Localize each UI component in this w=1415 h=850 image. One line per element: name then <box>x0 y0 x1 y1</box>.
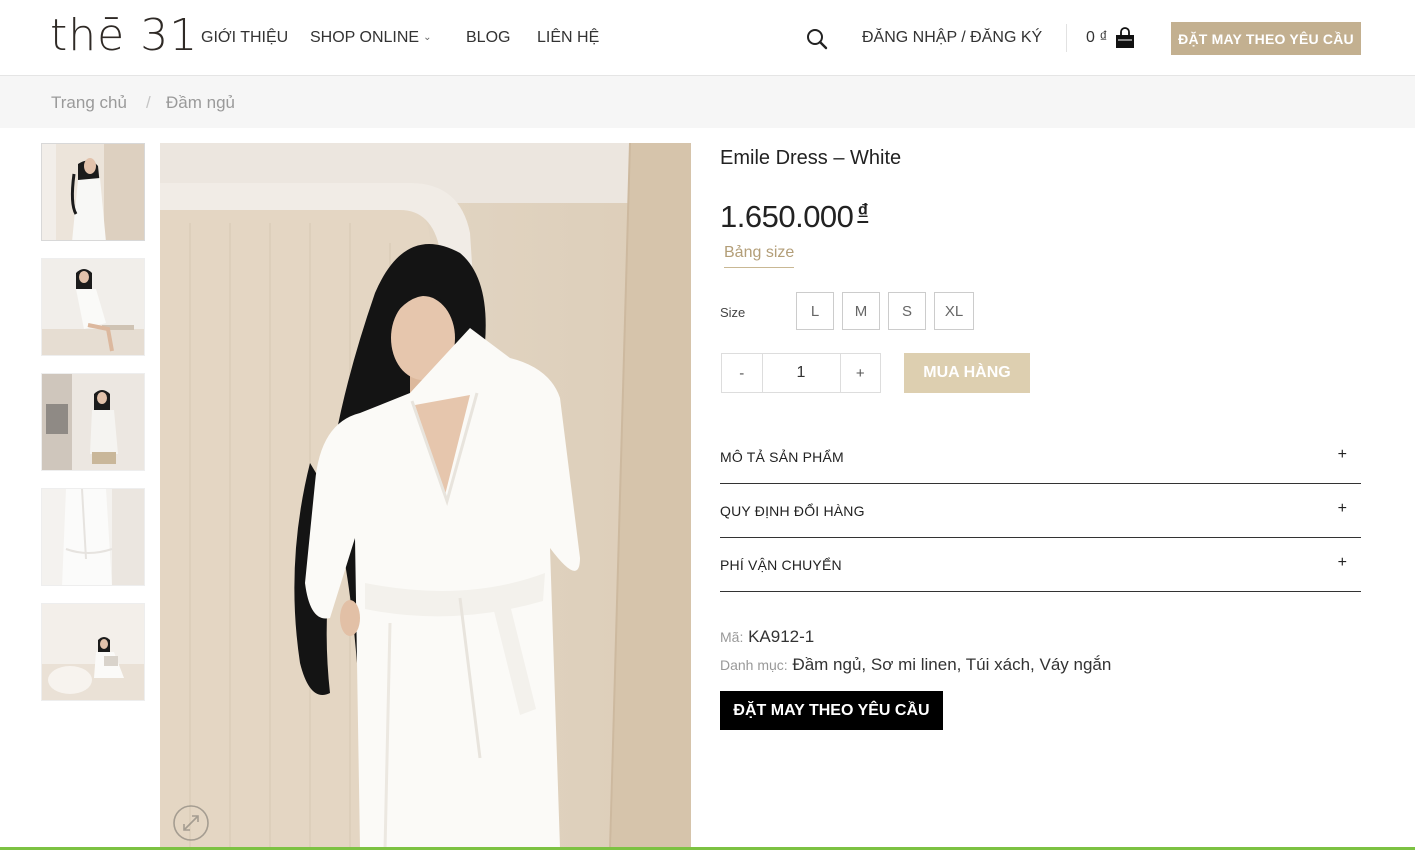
chevron-down-icon: ⌄ <box>423 32 432 43</box>
login-register-link[interactable]: ĐĂNG NHẬP / ĐĂNG KÝ <box>862 29 1042 47</box>
accordion-product-description[interactable]: MÔ TẢ SẢN PHẨM + <box>720 431 1361 484</box>
category-label: Danh mục: <box>720 657 788 673</box>
sku-value: KA912-1 <box>748 627 815 646</box>
breadcrumb-current[interactable]: Đầm ngủ <box>166 93 235 113</box>
accordion-label: PHÍ VẬN CHUYỂN <box>720 557 842 573</box>
breadcrumb-separator: / <box>146 93 151 112</box>
nav-item-shop-online[interactable]: SHOP ONLINE ⌄ <box>310 29 431 47</box>
size-option-xl[interactable]: XL <box>934 292 974 330</box>
category-links[interactable]: Đầm ngủ, Sơ mi linen, Túi xách, Váy ngắn <box>792 655 1111 674</box>
plus-icon: + <box>1337 554 1347 571</box>
size-option-m[interactable]: M <box>842 292 880 330</box>
nav-item-gioi-thieu[interactable]: GIỚI THIỆU <box>201 29 288 47</box>
quantity-increase-button[interactable]: + <box>841 354 881 392</box>
quantity-input[interactable]: 1 <box>761 354 841 392</box>
size-chart-link[interactable]: Bảng size <box>724 243 795 268</box>
breadcrumb-home[interactable]: Trang chủ <box>51 93 127 113</box>
custom-order-button[interactable]: ĐẶT MAY THEO YÊU CẦU <box>720 691 943 730</box>
custom-order-header-button[interactable]: ĐẶT MAY THEO YÊU CẦU <box>1171 22 1361 55</box>
sku-label: Mã: <box>720 629 744 645</box>
plus-icon: + <box>1337 500 1347 517</box>
product-thumbnail[interactable] <box>41 258 145 356</box>
product-price: 1.650.000 ₫ <box>720 194 869 235</box>
add-to-cart-button[interactable]: MUA HÀNG <box>904 353 1030 393</box>
shopping-bag-icon[interactable] <box>1114 27 1136 49</box>
product-thumbnail[interactable] <box>41 143 145 241</box>
quantity-decrease-button[interactable]: - <box>722 354 762 392</box>
product-thumbnail[interactable] <box>41 373 145 471</box>
product-main-image[interactable] <box>160 143 691 850</box>
product-thumbnail[interactable] <box>41 488 145 586</box>
size-option-s[interactable]: S <box>888 292 926 330</box>
product-title: Emile Dress – White <box>720 147 902 169</box>
accordion-label: QUY ĐỊNH ĐỔI HÀNG <box>720 503 865 519</box>
price-amount: 1.650.000 <box>720 199 854 234</box>
nav-item-shop-online-label: SHOP ONLINE <box>310 29 420 46</box>
search-icon[interactable] <box>806 28 828 50</box>
plus-icon: + <box>1337 446 1347 463</box>
site-header: thē 31 GIỚI THIỆU SHOP ONLINE ⌄ BLOG LIÊN… <box>0 0 1415 76</box>
product-thumbnail[interactable] <box>41 603 145 701</box>
nav-item-blog[interactable]: BLOG <box>466 29 510 47</box>
quantity-stepper: - 1 + <box>721 353 881 393</box>
accordion-shipping-fee[interactable]: PHÍ VẬN CHUYỂN + <box>720 539 1361 592</box>
accordion-exchange-policy[interactable]: QUY ĐỊNH ĐỔI HÀNG + <box>720 485 1361 538</box>
product-categories: Danh mục: Đầm ngủ, Sơ mi linen, Túi xách… <box>720 655 1111 675</box>
cart-total[interactable]: 0 ₫ <box>1086 29 1108 47</box>
price-currency: ₫ <box>857 199 869 224</box>
zoom-expand-icon[interactable] <box>172 804 210 842</box>
product-sku: Mã: KA912-1 <box>720 627 814 647</box>
header-divider <box>1066 24 1067 52</box>
accordion-label: MÔ TẢ SẢN PHẨM <box>720 449 844 465</box>
size-label: Size <box>720 305 746 320</box>
size-option-l[interactable]: L <box>796 292 834 330</box>
nav-item-lien-he[interactable]: LIÊN HỆ <box>537 29 599 47</box>
site-logo[interactable]: thē 31 <box>50 8 198 64</box>
breadcrumb: Trang chủ / Đầm ngủ <box>0 76 1415 128</box>
